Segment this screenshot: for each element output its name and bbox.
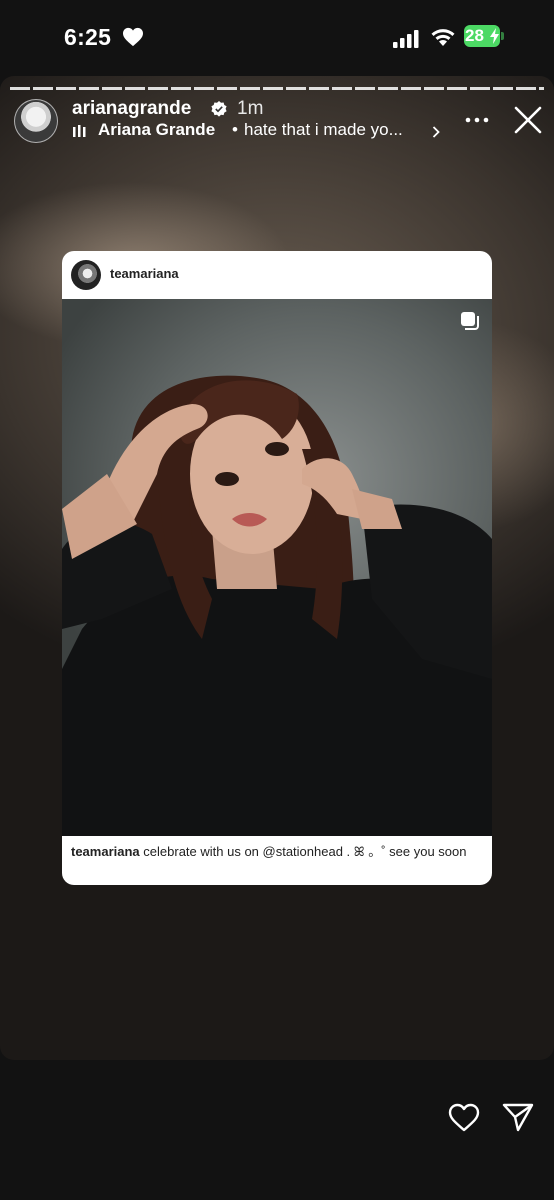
battery-indicator: 28	[464, 25, 504, 49]
post-caption: teamariana celebrate with us on @station…	[71, 844, 483, 860]
shared-post-card[interactable]: teamariana teamariana celebrate with us …	[62, 251, 492, 885]
heart-icon	[122, 27, 144, 52]
wifi-icon	[430, 27, 456, 52]
story-viewer[interactable]: arianagrande 1m Ariana Grande • hate tha…	[0, 76, 554, 1060]
heart-icon[interactable]	[448, 1103, 480, 1137]
avatar[interactable]	[14, 99, 58, 143]
send-icon[interactable]	[502, 1102, 534, 1137]
post-avatar[interactable]	[71, 260, 101, 290]
music-separator: •	[232, 120, 238, 139]
portrait-illustration	[62, 375, 492, 836]
music-bars-icon	[72, 124, 88, 142]
verified-badge-icon	[211, 101, 227, 122]
cellular-signal-icon	[393, 30, 419, 53]
post-photo[interactable]	[62, 299, 492, 836]
caption-username[interactable]: teamariana	[71, 844, 140, 859]
post-header[interactable]: teamariana	[62, 251, 492, 299]
more-icon[interactable]	[465, 110, 489, 128]
battery-percent: 28	[465, 26, 484, 45]
status-time: 6:25	[64, 24, 112, 50]
music-artist[interactable]: Ariana Grande	[98, 120, 215, 140]
story-time-ago: 1m	[237, 98, 264, 119]
chevron-right-icon[interactable]	[432, 125, 440, 143]
caption-text: celebrate with us on @stationhead . ꕤ 。˚…	[143, 844, 467, 859]
close-icon[interactable]	[514, 106, 542, 139]
multiple-photos-icon	[460, 311, 480, 336]
music-song-title[interactable]: hate that i made yo...	[244, 120, 403, 140]
story-progress-bar	[10, 87, 544, 90]
post-username[interactable]: teamariana	[110, 266, 179, 281]
charging-bolt-icon	[490, 28, 499, 49]
status-bar: 6:25 28	[0, 0, 554, 76]
story-username[interactable]: arianagrande	[72, 98, 191, 120]
